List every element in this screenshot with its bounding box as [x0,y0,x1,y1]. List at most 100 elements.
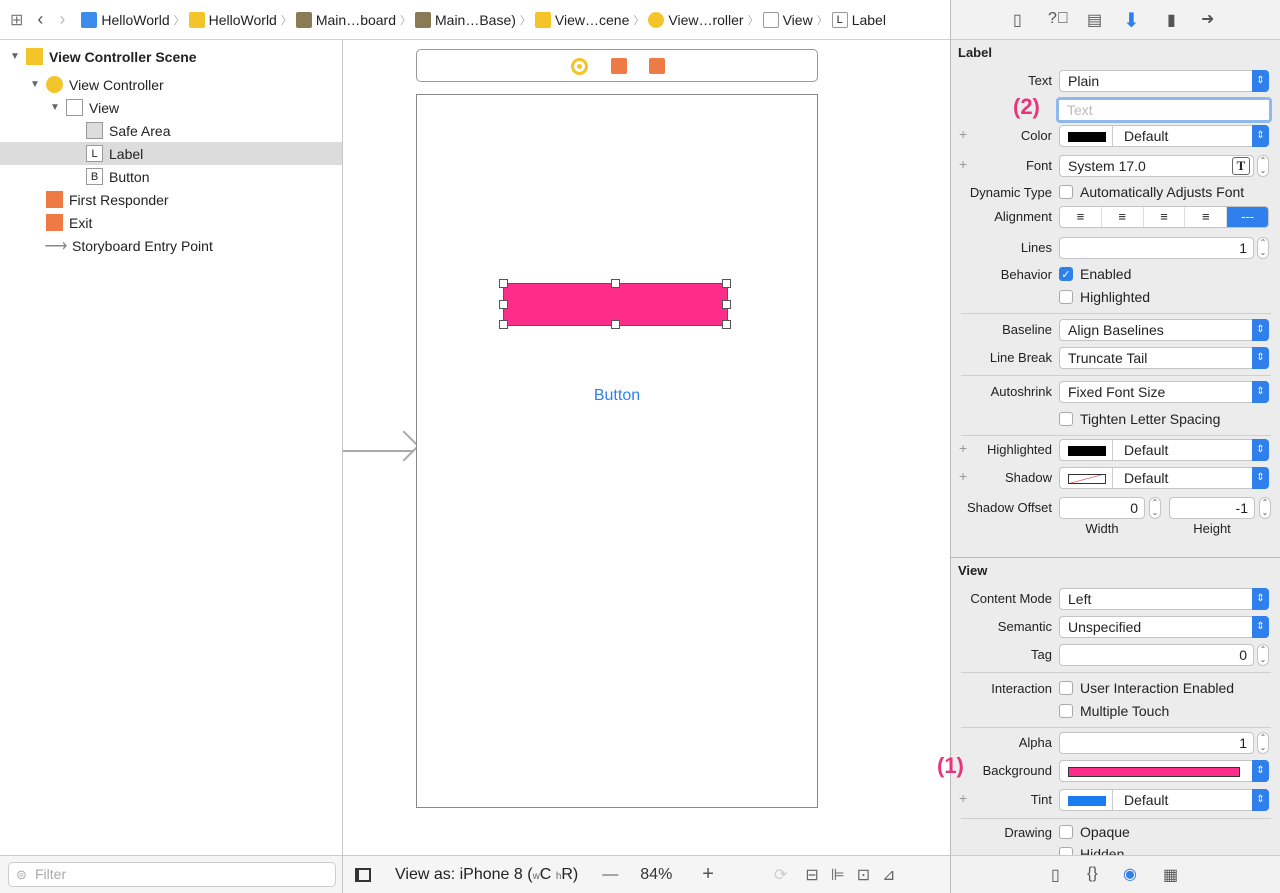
color-color-popup[interactable]: Default ⇕ [1059,125,1269,147]
zoom-in-button[interactable]: + [702,863,714,886]
resize-handle[interactable] [722,279,731,288]
font-picker-icon[interactable]: T [1232,157,1250,175]
object-library-icon[interactable]: ◉ [1123,864,1137,884]
alignment-segmented-control[interactable]: ≡ ≡ ≡ ≡ --- [1059,206,1269,228]
user-interaction-enabled-checkbox[interactable]: User Interaction Enabled [1059,680,1234,696]
attributes-inspector-icon[interactable]: ⬇ [1123,8,1140,33]
disclosure-triangle-icon[interactable]: ▼ [50,102,60,113]
enabled-checkbox[interactable]: ✓ Enabled [1059,266,1131,282]
resize-handle[interactable] [499,299,508,309]
content-mode-popup[interactable]: Left ⇕ [1059,588,1269,610]
storyboard-canvas[interactable]: Button [343,40,950,855]
outline-item[interactable]: Safe Area [0,119,342,142]
view-as-button[interactable]: View as: iPhone 8 (wC hR) [395,866,578,884]
device-view[interactable]: Button [416,94,818,808]
alpha-stepper[interactable]: ⌃ ⌄ [1257,732,1269,754]
opaque-checkbox[interactable]: Opaque [1059,824,1130,840]
shadow-height-field[interactable]: -1 [1169,497,1255,519]
font-size-stepper[interactable]: ⌃ ⌄ [1257,155,1269,177]
align-center-icon[interactable]: ≡ [1100,207,1143,227]
size-inspector-icon[interactable]: ▮ [1167,10,1176,30]
code-snippet-icon[interactable]: {} [1087,865,1098,883]
line-break-popup[interactable]: Truncate Tail ⇕ [1059,347,1269,369]
multiple-touch-checkbox[interactable]: Multiple Touch [1059,703,1169,719]
checkbox[interactable] [1059,290,1073,304]
align-natural-icon[interactable]: --- [1226,207,1268,227]
breadcrumb-item[interactable]: Main…Base) [415,11,516,28]
resize-handle[interactable] [722,299,731,309]
checkbox[interactable] [1059,681,1073,695]
text-popup[interactable]: Plain ⇕ [1059,70,1269,92]
outline-item[interactable]: ▼ View Controller Scene [0,45,342,68]
outline-item[interactable]: ▼ View [0,96,342,119]
zoom-out-button[interactable]: — [602,866,618,884]
checkbox[interactable] [1059,704,1073,718]
disclosure-triangle-icon[interactable]: ▼ [10,51,20,62]
tighten-letter-spacing-checkbox[interactable]: Tighten Letter Spacing [1059,411,1220,427]
outline-item[interactable]: First Responder [0,188,342,211]
tag-field[interactable]: 0 [1059,644,1254,666]
sidebar-toggle-icon[interactable] [355,867,371,882]
outline-item[interactable]: ⟶ Storyboard Entry Point [0,234,342,257]
identity-inspector-icon[interactable]: ▤ [1087,10,1102,30]
breadcrumb-item[interactable]: HelloWorld [188,11,277,28]
filter-input[interactable]: Filter [8,862,336,887]
breadcrumb-item[interactable]: HelloWorld [81,11,170,28]
breadcrumb-item[interactable]: View…cene [534,11,629,28]
resize-handle[interactable] [722,320,731,329]
add-variation-icon[interactable]: + [959,790,967,806]
shadow-height-stepper[interactable]: ⌃ ⌄ [1259,497,1271,519]
first-responder-icon[interactable] [611,58,627,74]
media-library-icon[interactable]: ▦ [1163,865,1178,885]
outline-item[interactable]: B Button [0,165,342,188]
shadow-width-field[interactable]: 0 [1059,497,1145,519]
baseline-popup[interactable]: Align Baselines ⇕ [1059,319,1269,341]
update-frames-icon[interactable]: ⟳ [774,865,787,885]
lines-field[interactable]: 1 [1059,237,1254,259]
breadcrumb-item[interactable]: L Label [831,11,886,28]
view-controller-icon[interactable] [571,58,588,75]
file-inspector-icon[interactable]: ▯ [1013,10,1022,30]
breadcrumb-item[interactable]: Main…board [295,11,396,28]
add-variation-icon[interactable]: + [959,440,967,456]
file-template-icon[interactable]: ▯ [1051,865,1060,885]
outline-item[interactable]: L Label [0,142,342,165]
semantic-popup[interactable]: Unspecified ⇕ [1059,616,1269,638]
add-variation-icon[interactable]: + [959,468,967,484]
checkbox[interactable]: ✓ [1059,267,1073,281]
tag-stepper[interactable]: ⌃ ⌄ [1257,644,1269,666]
checkbox[interactable] [1059,185,1073,199]
resize-handle[interactable] [499,320,508,329]
alpha-field[interactable]: 1 [1059,732,1254,754]
selected-label[interactable] [499,279,731,329]
text-field[interactable]: Text [1056,97,1272,123]
embed-in-stack-icon[interactable]: ⊟ [805,865,818,885]
resolve-issues-icon[interactable]: ⊿ [882,865,895,885]
back-icon[interactable]: ‹ [37,9,43,30]
lines-stepper[interactable]: ⌃ ⌄ [1257,237,1269,259]
help-icon[interactable]: ?⃝ [1048,10,1069,28]
align-right-icon[interactable]: ≡ [1142,207,1185,227]
breadcrumb-item[interactable]: View [762,11,813,28]
shadow-width-stepper[interactable]: ⌃ ⌄ [1149,497,1161,519]
background-color-popup[interactable]: ⇕ [1059,760,1269,782]
align-icon[interactable]: ⊫ [831,865,845,885]
resize-handle[interactable] [610,320,620,329]
add-variation-icon[interactable]: + [959,126,967,142]
outline-item[interactable]: ▼ View Controller [0,73,342,96]
outline-item[interactable]: Exit [0,211,342,234]
forward-icon[interactable]: › [59,9,65,30]
grid-icon[interactable]: ⊞ [10,10,23,30]
font-field[interactable]: System 17.0 T [1059,155,1254,177]
align-justify-icon[interactable]: ≡ [1184,207,1226,227]
exit-icon[interactable] [649,58,665,74]
connections-inspector-icon[interactable]: ➜ [1201,9,1214,29]
pin-icon[interactable]: ⊡ [857,865,870,885]
highlighted-checkbox[interactable]: Highlighted [1059,289,1150,305]
automatically-adjusts-font-checkbox[interactable]: Automatically Adjusts Font [1059,184,1244,200]
breadcrumb-item[interactable]: View…roller [648,11,744,28]
canvas-button[interactable]: Button [417,387,817,405]
add-variation-icon[interactable]: + [959,156,967,172]
align-left-icon[interactable]: ≡ [1060,207,1101,227]
resize-handle[interactable] [499,279,508,288]
